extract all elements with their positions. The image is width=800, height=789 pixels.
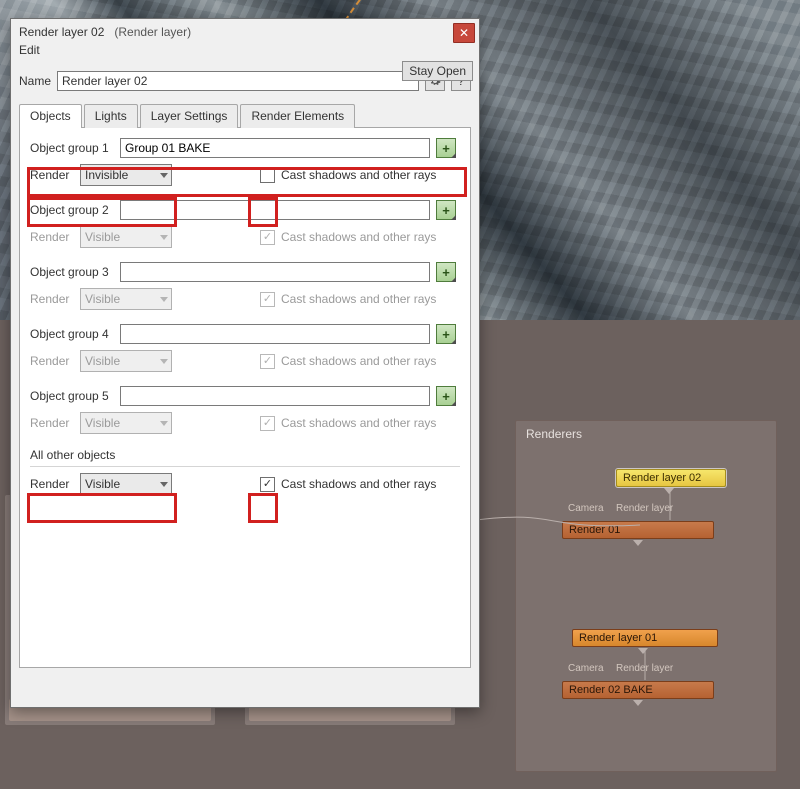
all-other-objects-label: All other objects — [30, 448, 460, 462]
object-group-4-render-label: Render — [30, 354, 74, 368]
object-group-4-input[interactable] — [120, 324, 430, 344]
object-group-3-add-button[interactable]: + — [436, 262, 456, 282]
tab-objects[interactable]: Objects — [19, 104, 82, 128]
renderers-box-title: Renderers — [526, 427, 582, 441]
object-group-4-cast-checkbox — [260, 354, 275, 369]
node-render-02-bake[interactable]: Render 02 BAKE — [562, 681, 714, 699]
object-group-2-add-button[interactable]: + — [436, 200, 456, 220]
object-group-2-label: Object group 2 — [30, 203, 114, 217]
object-group-1-cast-checkbox[interactable] — [260, 168, 275, 183]
object-group-3-render-select: Visible — [80, 288, 172, 310]
object-group-2-input[interactable] — [120, 200, 430, 220]
port-label-renderlayer: Render layer — [616, 503, 673, 514]
object-group-1-cast-label: Cast shadows and other rays — [281, 168, 436, 182]
port-label-camera: Camera — [568, 663, 604, 674]
all-other-cast-checkbox[interactable] — [260, 477, 275, 492]
node-render-01[interactable]: Render 01 — [562, 521, 714, 539]
tab-objects-panel: Object group 1 + Render Invisible Cast s… — [19, 128, 471, 668]
stay-open-button[interactable]: Stay Open — [402, 61, 473, 81]
tab-lights[interactable]: Lights — [84, 104, 138, 128]
all-other-render-select[interactable]: Visible — [80, 473, 172, 495]
object-group-1-label: Object group 1 — [30, 141, 114, 155]
chevron-down-icon — [160, 297, 168, 302]
object-group-5-cast-checkbox — [260, 416, 275, 431]
node-render-layer-01[interactable]: Render layer 01 — [572, 629, 718, 647]
object-group-2-render-select: Visible — [80, 226, 172, 248]
object-group-3-render-label: Render — [30, 292, 74, 306]
object-group-3-cast-label: Cast shadows and other rays — [281, 292, 436, 306]
object-group-5-render-select: Visible — [80, 412, 172, 434]
object-group-4-cast-label: Cast shadows and other rays — [281, 354, 436, 368]
object-group-4-label: Object group 4 — [30, 327, 114, 341]
object-group-1-render-label: Render — [30, 168, 74, 182]
object-group-5-render-label: Render — [30, 416, 74, 430]
chevron-down-icon — [160, 482, 168, 487]
object-group-5-add-button[interactable]: + — [436, 386, 456, 406]
object-group-1-add-button[interactable]: + — [436, 138, 456, 158]
object-group-3-cast-checkbox — [260, 292, 275, 307]
object-group-3-label: Object group 3 — [30, 265, 114, 279]
chevron-down-icon — [160, 173, 168, 178]
tab-layer-settings[interactable]: Layer Settings — [140, 104, 239, 128]
all-other-render-label: Render — [30, 477, 74, 491]
tab-bar: Objects Lights Layer Settings Render Ele… — [19, 103, 471, 128]
dialog-subtitle: (Render layer) — [114, 25, 191, 39]
dialog-titlebar[interactable]: Render layer 02 (Render layer) ✕ — [11, 19, 479, 39]
port-label-renderlayer: Render layer — [616, 663, 673, 674]
object-group-4-add-button[interactable]: + — [436, 324, 456, 344]
tab-render-elements[interactable]: Render Elements — [240, 104, 355, 128]
object-group-2-cast-checkbox — [260, 230, 275, 245]
object-group-5-cast-label: Cast shadows and other rays — [281, 416, 436, 430]
renderers-node-box[interactable]: Renderers Render layer 02 Camera Render … — [515, 420, 777, 772]
port-label-camera: Camera — [568, 503, 604, 514]
object-group-2-cast-label: Cast shadows and other rays — [281, 230, 436, 244]
object-group-1-input[interactable] — [120, 138, 430, 158]
object-group-1-render-select[interactable]: Invisible — [80, 164, 172, 186]
dialog-title: Render layer 02 — [19, 25, 104, 39]
object-group-3-input[interactable] — [120, 262, 430, 282]
node-render-layer-02[interactable]: Render layer 02 — [616, 469, 726, 487]
chevron-down-icon — [160, 421, 168, 426]
object-group-2-render-label: Render — [30, 230, 74, 244]
name-label: Name — [19, 74, 51, 88]
close-button[interactable]: ✕ — [453, 23, 475, 43]
chevron-down-icon — [160, 359, 168, 364]
all-other-cast-label: Cast shadows and other rays — [281, 477, 436, 491]
menu-edit[interactable]: Edit — [11, 39, 479, 61]
object-group-4-render-select: Visible — [80, 350, 172, 372]
name-input[interactable] — [57, 71, 419, 91]
object-group-5-label: Object group 5 — [30, 389, 114, 403]
render-layer-dialog: Render layer 02 (Render layer) ✕ Edit St… — [10, 18, 480, 708]
chevron-down-icon — [160, 235, 168, 240]
object-group-5-input[interactable] — [120, 386, 430, 406]
